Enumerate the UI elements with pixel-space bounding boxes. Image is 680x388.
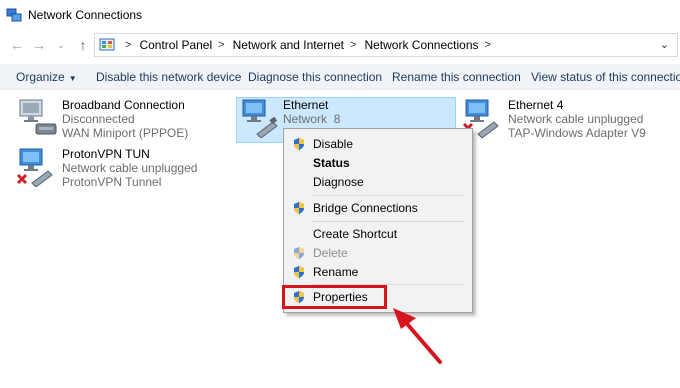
red-arrow-icon <box>393 308 442 364</box>
